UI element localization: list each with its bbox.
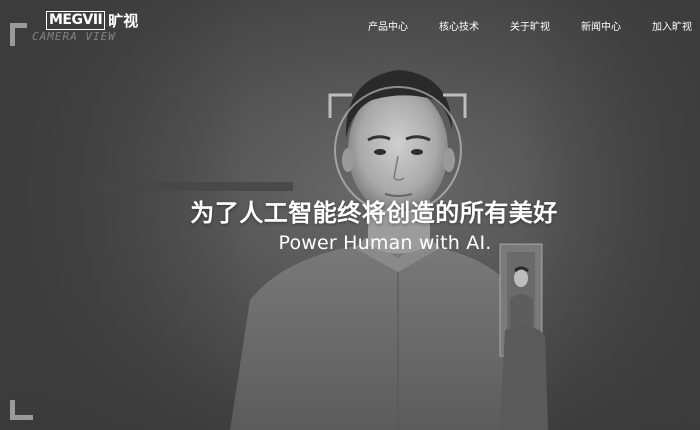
hero-banner: MEGVII 旷视 CAMERA VIEW 产品中心 核心技术 关于旷视 新闻中… — [0, 0, 700, 430]
nav-core-tech[interactable]: 核心技术 — [439, 18, 479, 33]
nav-join[interactable]: 加入旷视 — [652, 18, 692, 33]
logo-chinese-name: 旷视 — [108, 11, 139, 30]
hero-headline: 为了人工智能终将创造的所有美好 — [190, 199, 558, 227]
corner-bracket-icon — [10, 23, 27, 46]
site-header: MEGVII 旷视 CAMERA VIEW 产品中心 核心技术 关于旷视 新闻中… — [0, 0, 700, 48]
decorative-bar — [103, 182, 293, 191]
main-nav: 产品中心 核心技术 关于旷视 新闻中心 加入旷视 — [337, 18, 692, 33]
nav-products[interactable]: 产品中心 — [368, 18, 408, 33]
logo-wordmark: MEGVII — [46, 11, 106, 30]
megvii-logo[interactable]: MEGVII 旷视 — [46, 11, 138, 30]
hero-subline: Power Human with AI. — [278, 232, 492, 254]
brand-tagline: CAMERA VIEW — [32, 30, 116, 43]
nav-about[interactable]: 关于旷视 — [510, 18, 550, 33]
nav-news[interactable]: 新闻中心 — [581, 18, 621, 33]
corner-bracket-icon — [10, 400, 33, 420]
